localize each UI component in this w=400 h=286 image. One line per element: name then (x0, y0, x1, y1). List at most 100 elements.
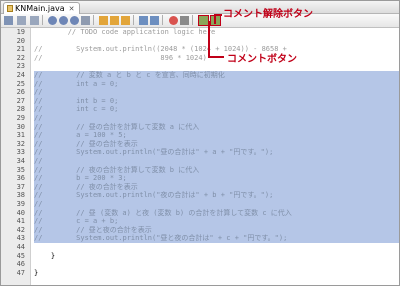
stop-macro-icon[interactable] (180, 16, 189, 25)
line-number: 36 (16, 174, 25, 183)
callout-uncomment-button: コメント解除ボタン (223, 9, 313, 20)
code-text[interactable]: // (34, 114, 399, 123)
code-line: 27 // int b = 0; (1, 96, 399, 106)
code-text[interactable]: // c = a + b; (34, 217, 399, 226)
tab-knmain-java[interactable]: KNMain.java ✕ (3, 2, 80, 14)
next-bookmark-icon[interactable] (110, 16, 119, 25)
code-text[interactable]: // System.out.println("昼の合計は" + a + "円です… (34, 148, 399, 157)
code-text[interactable] (34, 260, 399, 269)
back-icon[interactable] (4, 16, 13, 25)
code-text[interactable]: // a = 100 * 5; (34, 131, 399, 140)
code-line: 25 // int a = 0; (1, 79, 399, 89)
code-text[interactable] (34, 37, 399, 46)
code-line: 30 // // 昼の合計を計算して変数 a に代入 (1, 122, 399, 132)
code-text[interactable]: // (34, 200, 399, 209)
code-line: 28 // int c = 0; (1, 105, 399, 114)
line-number: 24 (16, 71, 25, 79)
code-line: 23 (1, 62, 399, 71)
code-text[interactable]: // // 昼と夜の合計を表示 (34, 225, 399, 235)
code-line: 43 // System.out.println("昼と夜の合計は" + c + … (1, 234, 399, 243)
line-number: 38 (16, 191, 25, 200)
line-number: 27 (16, 96, 25, 105)
callout-arrow-comment-tip (208, 56, 224, 58)
code-text[interactable]: // System.out.println("昼と夜の合計は" + c + "円… (34, 234, 399, 243)
code-text[interactable]: // // 昼の合計を表示 (34, 139, 399, 149)
line-number: 39 (16, 200, 25, 208)
shift-left-icon[interactable] (139, 16, 148, 25)
editor-window: KNMain.java ✕ 19 // TODO code applicatio… (0, 0, 400, 286)
code-text[interactable] (34, 62, 399, 71)
history-icon[interactable] (17, 16, 26, 25)
code-text[interactable]: // b = 200 * 3; (34, 174, 399, 183)
line-number: 41 (16, 217, 25, 226)
comment-icon[interactable] (198, 15, 209, 26)
java-file-icon (7, 5, 13, 12)
close-icon[interactable]: ✕ (69, 5, 75, 13)
line-number: 40 (16, 208, 25, 217)
code-line: 42 // // 昼と夜の合計を表示 (1, 225, 399, 235)
find-next-icon[interactable] (70, 16, 79, 25)
code-line: 45 } (1, 252, 399, 261)
code-text[interactable]: } (34, 252, 399, 261)
line-number: 43 (16, 234, 25, 243)
code-text[interactable]: // (34, 157, 399, 166)
line-number: 33 (16, 148, 25, 157)
code-text[interactable]: // (34, 88, 399, 97)
code-text[interactable]: // System.out.println((2048 * (1024 + 10… (34, 45, 399, 54)
line-number: 44 (16, 243, 25, 251)
code-line: 40 // // 昼 (変数 a) と夜 (変数 b) の合計を計算して変数 c … (1, 208, 399, 218)
line-number: 26 (16, 88, 25, 97)
code-line: 46 (1, 260, 399, 269)
code-text[interactable]: } (34, 269, 399, 278)
code-text[interactable]: // int b = 0; (34, 96, 399, 106)
toggle-bookmark-icon[interactable] (121, 16, 130, 25)
toolbar-separator (133, 15, 134, 25)
toolbar-separator (162, 15, 163, 25)
code-text[interactable] (34, 243, 399, 252)
code-text[interactable]: // // 夜の合計を計算して変数 b に代入 (34, 165, 399, 175)
code-text[interactable]: // int c = 0; (34, 105, 399, 114)
code-line: 44 (1, 243, 399, 252)
tab-bar: KNMain.java ✕ (1, 1, 399, 14)
line-number: 45 (16, 251, 25, 260)
line-number: 22 (16, 53, 25, 62)
code-text[interactable]: // // 昼の合計を計算して変数 a に代入 (34, 122, 399, 132)
code-text[interactable]: // System.out.println("夜の合計は" + b + "円です… (34, 191, 399, 200)
code-text[interactable]: // int a = 0; (34, 79, 399, 89)
toolbar-separator (192, 15, 193, 25)
code-text[interactable]: // // 昼 (変数 a) と夜 (変数 b) の合計を計算して変数 c に代… (34, 208, 399, 218)
editor-toolbar (1, 14, 399, 28)
line-number: 32 (16, 139, 25, 148)
line-number: 30 (16, 122, 25, 131)
callout-arrow-uncomment-tip (214, 14, 222, 16)
start-macro-icon[interactable] (169, 16, 178, 25)
code-text[interactable]: // // 変数 a と b と c を宣言、同時に初期化 (34, 71, 399, 80)
line-number: 19 (16, 28, 25, 36)
code-line: 36 // b = 200 * 3; (1, 174, 399, 183)
code-text[interactable]: // TODO code application logic here (34, 28, 399, 37)
code-line: 31 // a = 100 * 5; (1, 131, 399, 140)
code-line: 24 // // 変数 a と b と c を宣言、同時に初期化 (1, 71, 399, 80)
search-icon[interactable] (48, 16, 57, 25)
code-line: 22// 896 * 1024) (1, 54, 399, 63)
find-selection-icon[interactable] (81, 16, 90, 25)
code-text[interactable]: // // 夜の合計を表示 (34, 182, 399, 192)
code-line: 19 // TODO code application logic here (1, 28, 399, 37)
code-editor[interactable]: 19 // TODO code application logic here 20… (1, 28, 399, 285)
shift-right-icon[interactable] (150, 16, 159, 25)
find-previous-icon[interactable] (59, 16, 68, 25)
line-number: 47 (16, 268, 25, 277)
code-line: 29 // (1, 114, 399, 123)
callout-comment-button: コメントボタン (227, 54, 297, 65)
forward-icon[interactable] (30, 16, 39, 25)
line-number: 28 (16, 105, 25, 114)
line-number: 29 (16, 114, 25, 122)
code-line: 47} (1, 269, 399, 278)
code-line: 33 // System.out.println("昼の合計は" + a + "円… (1, 148, 399, 157)
previous-bookmark-icon[interactable] (99, 16, 108, 25)
code-line: 20 (1, 37, 399, 46)
toolbar-separator (42, 15, 43, 25)
line-number: 46 (16, 260, 25, 269)
code-line: 32 // // 昼の合計を表示 (1, 139, 399, 149)
code-line: 34 // (1, 157, 399, 166)
